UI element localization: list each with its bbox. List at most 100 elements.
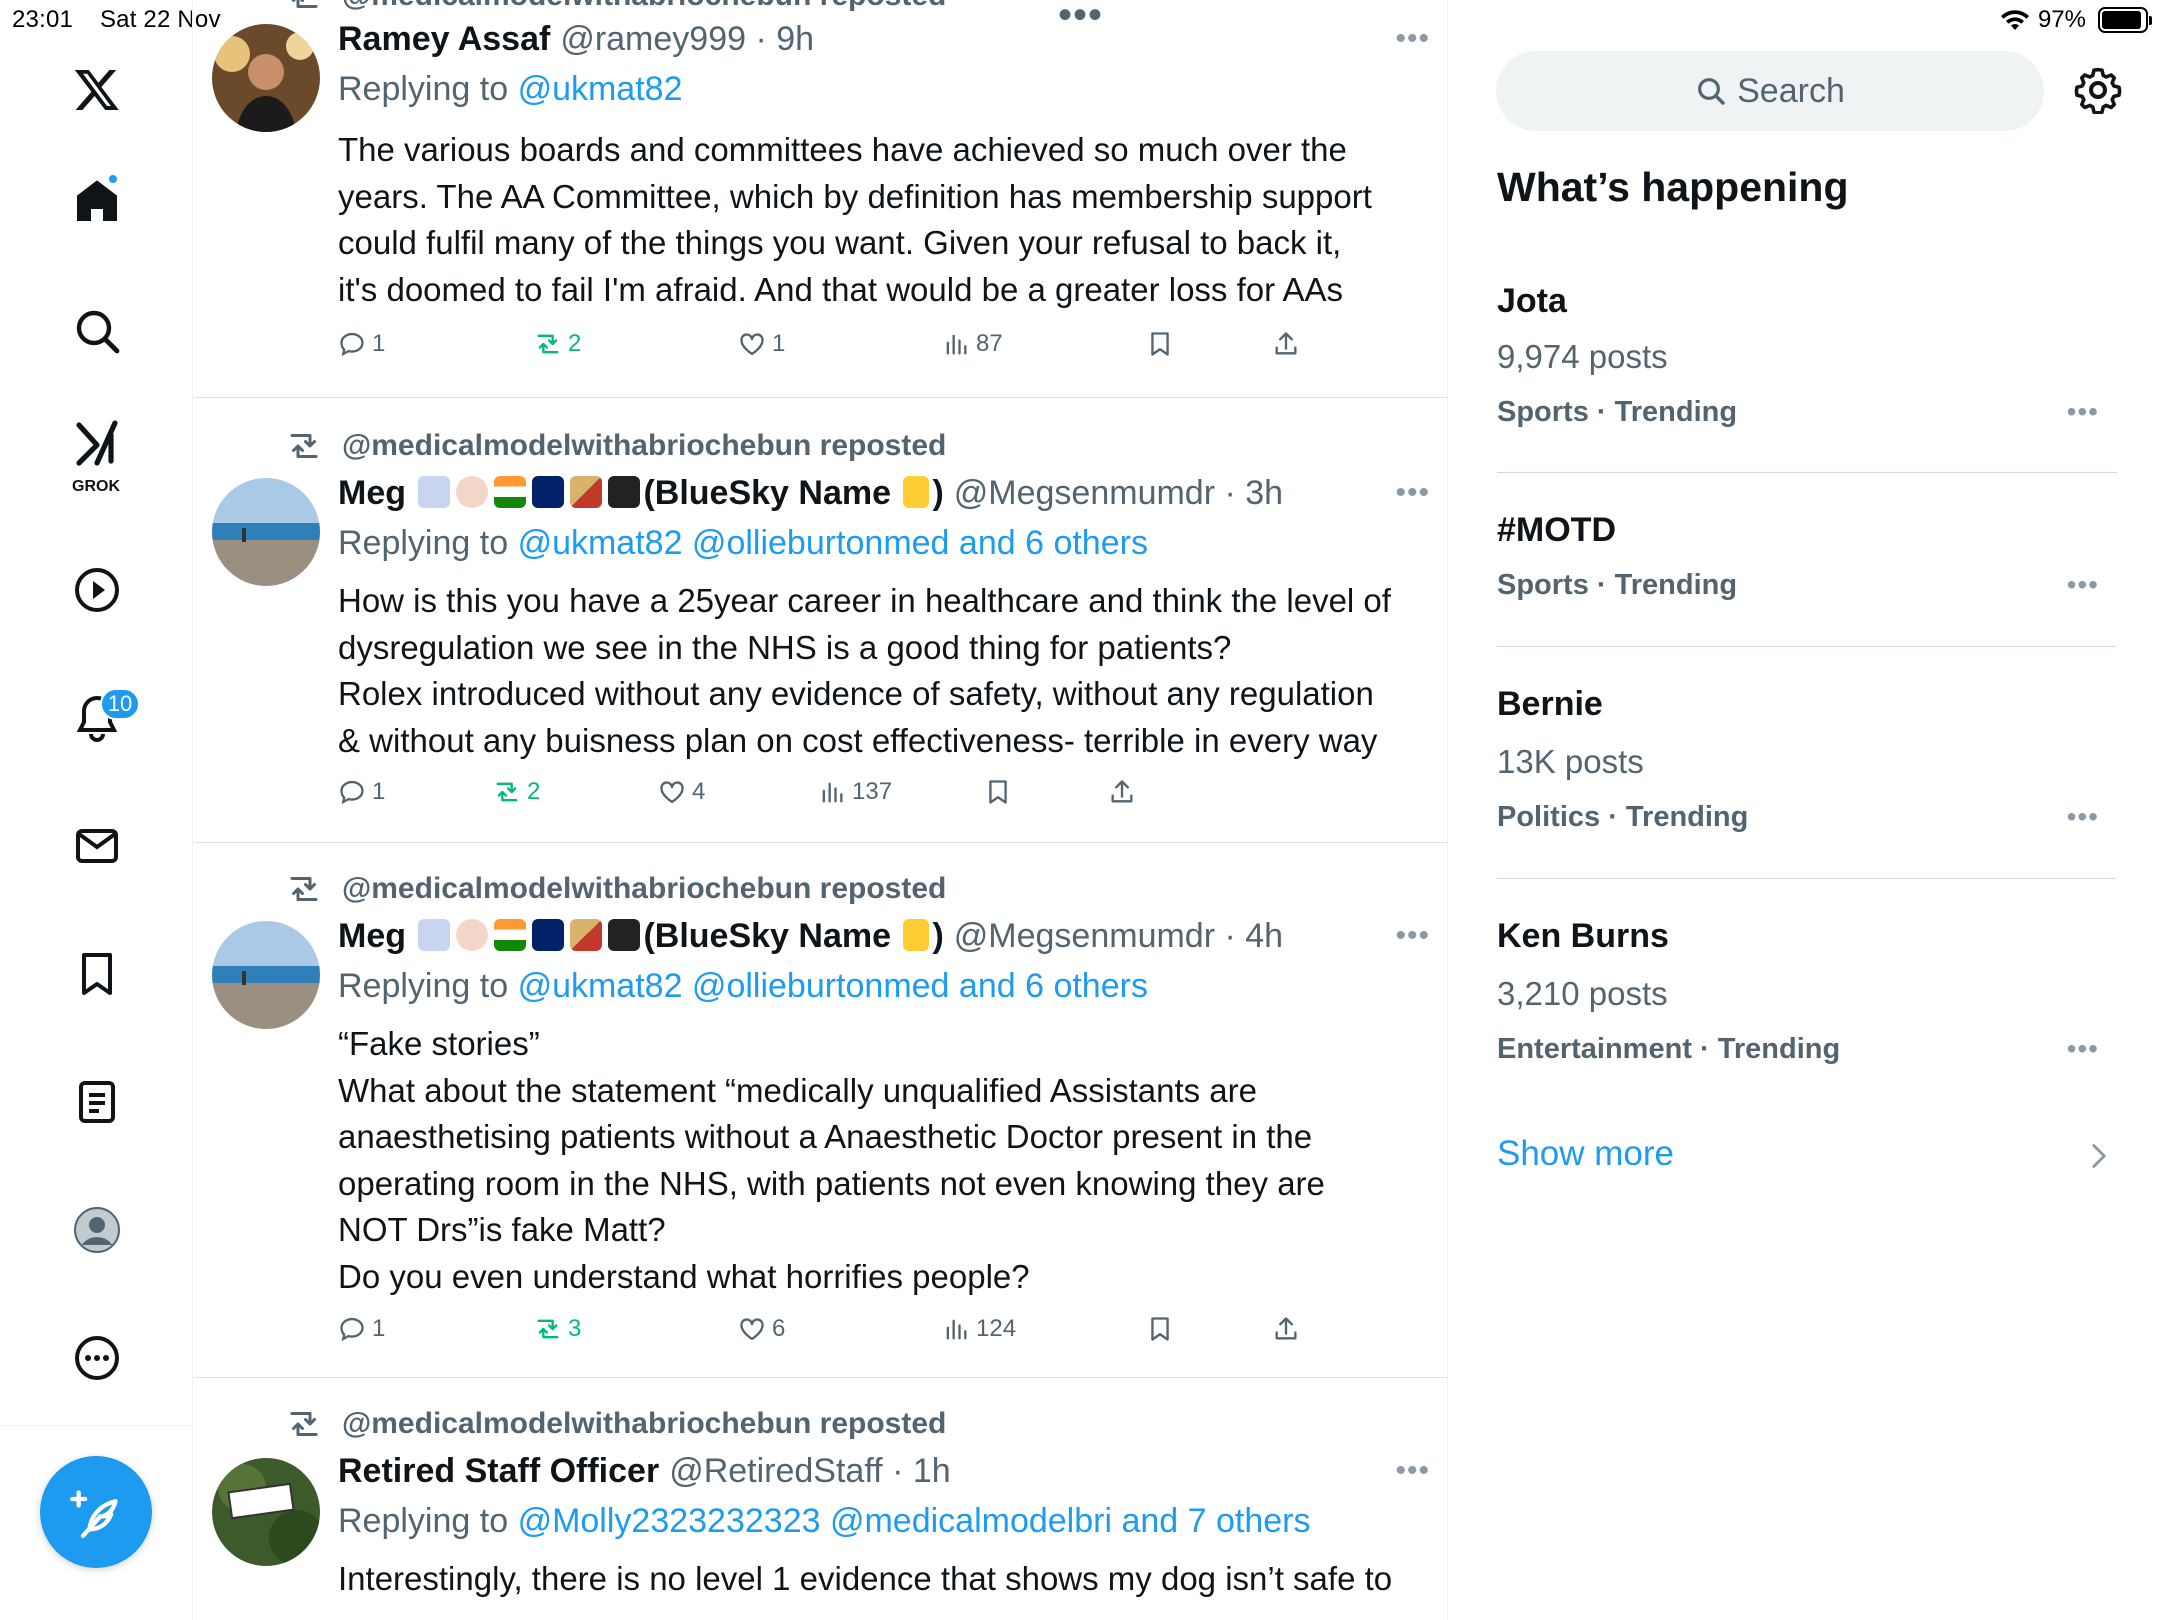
author-name[interactable]: Meg (BlueSky Name ) bbox=[338, 474, 944, 513]
author-handle[interactable]: @ramey999 · 9h bbox=[560, 20, 814, 59]
tweet-more-icon[interactable]: ••• bbox=[1395, 1454, 1430, 1488]
profile-icon[interactable] bbox=[0, 1185, 193, 1275]
author-handle[interactable]: @Megsenmumdr · 4h bbox=[954, 917, 1283, 956]
author-name-prefix: Meg bbox=[338, 917, 406, 955]
trend-item[interactable]: Ken Burns 3,210 posts Entertainment · Tr… bbox=[1497, 879, 2117, 1111]
tweet-text-line: could fulfil many of the things you want… bbox=[338, 224, 1342, 261]
tweet-text-line: NOT Drs”is fake Matt? bbox=[338, 1211, 666, 1248]
bookmark-icon[interactable] bbox=[0, 929, 193, 1019]
reply-icon bbox=[340, 1317, 364, 1342]
reply-mentions[interactable]: @Molly2323232323 @medicalmodelbri and 7 … bbox=[518, 1502, 1311, 1540]
bell-icon[interactable] bbox=[0, 673, 193, 763]
repost-count: 2 bbox=[568, 330, 582, 357]
more-icon[interactable] bbox=[0, 1313, 193, 1403]
tweet-card[interactable]: @medicalmodelwithabriochebun reposted Re… bbox=[194, 1378, 1447, 1620]
reply-mentions[interactable]: @ukmat82 bbox=[518, 70, 683, 108]
bookmark-button[interactable] bbox=[984, 778, 1018, 806]
tweet-text-line: Do you even understand what horrifies pe… bbox=[338, 1257, 1030, 1295]
like-button[interactable]: 1 bbox=[738, 330, 785, 358]
search-input[interactable]: Search bbox=[1496, 51, 2044, 131]
tweet-text: Interestingly, there is no level 1 evide… bbox=[338, 1556, 1428, 1603]
reply-icon bbox=[340, 332, 364, 357]
like-count: 6 bbox=[772, 1315, 786, 1342]
reply-icon bbox=[340, 780, 364, 805]
avatar[interactable] bbox=[212, 478, 320, 586]
trend-category: Entertainment · Trending bbox=[1497, 1033, 1841, 1065]
author-name[interactable]: Retired Staff Officer bbox=[338, 1452, 659, 1491]
share-button[interactable] bbox=[1272, 1315, 1306, 1343]
author-handle[interactable]: @RetiredStaff · 1h bbox=[669, 1452, 950, 1491]
trend-item[interactable]: Bernie 13K posts Politics · Trending ••• bbox=[1497, 647, 2117, 879]
grok-icon[interactable] bbox=[0, 408, 193, 478]
tweet-more-icon[interactable]: ••• bbox=[1395, 22, 1430, 56]
like-button[interactable]: 4 bbox=[658, 778, 705, 806]
tweet-card[interactable]: @medicalmodelwithabriochebun reposted Me… bbox=[194, 398, 1447, 843]
replying-prefix: Replying to bbox=[338, 524, 509, 562]
pointing-down-emoji-icon bbox=[903, 919, 930, 951]
bookmark-button[interactable] bbox=[1146, 330, 1180, 358]
nav-divider bbox=[0, 1425, 193, 1426]
bookmark-icon bbox=[1151, 1317, 1169, 1341]
compose-button[interactable] bbox=[40, 1456, 152, 1568]
like-button[interactable]: 6 bbox=[738, 1315, 785, 1343]
trend-posts: 3,210 posts bbox=[1497, 975, 1668, 1012]
share-button[interactable] bbox=[1108, 778, 1142, 806]
reply-count: 1 bbox=[372, 778, 386, 805]
tweet-more-icon[interactable]: ••• bbox=[1395, 476, 1430, 510]
bookmark-button[interactable] bbox=[1146, 1315, 1180, 1343]
trend-item[interactable]: Jota 9,974 posts Sports · Trending ••• bbox=[1497, 270, 2117, 473]
reply-button[interactable]: 1 bbox=[338, 330, 385, 358]
repost-icon bbox=[290, 1412, 318, 1436]
list-icon[interactable] bbox=[0, 1057, 193, 1147]
trend-more-icon[interactable]: ••• bbox=[2067, 569, 2099, 601]
trend-more-icon[interactable]: ••• bbox=[2067, 801, 2099, 833]
author-name[interactable]: Ramey Assaf bbox=[338, 20, 550, 59]
avatar[interactable] bbox=[212, 1458, 320, 1566]
repost-button[interactable]: 3 bbox=[534, 1315, 581, 1343]
trend-item[interactable]: #MOTD Sports · Trending ••• bbox=[1497, 473, 2117, 647]
left-navigation: GROK 10 bbox=[0, 0, 193, 1620]
views-button[interactable]: 124 bbox=[942, 1315, 1016, 1343]
trend-more-icon[interactable]: ••• bbox=[2067, 396, 2099, 428]
share-icon bbox=[1111, 780, 1133, 803]
view-count: 87 bbox=[976, 330, 1003, 357]
right-sidebar: Search What’s happening Jota 9,974 posts… bbox=[1449, 0, 2160, 1620]
repost-button[interactable]: 2 bbox=[534, 330, 581, 358]
tweet-card[interactable]: @medicalmodelwithabriochebun reposted Me… bbox=[194, 843, 1447, 1378]
share-button[interactable] bbox=[1272, 330, 1306, 358]
elevator-emoji-icon bbox=[418, 919, 451, 951]
reply-button[interactable]: 1 bbox=[338, 778, 385, 806]
views-button[interactable]: 137 bbox=[818, 778, 892, 806]
chevron-right-icon[interactable] bbox=[2089, 1142, 2109, 1170]
replying-prefix: Replying to bbox=[338, 967, 509, 1005]
tweet-text: “Fake stories” What about the statement … bbox=[338, 1021, 1428, 1300]
reply-button[interactable]: 1 bbox=[338, 1315, 385, 1343]
tweet-text-line: it's doomed to fail I'm afraid. And that… bbox=[338, 270, 1343, 308]
x-logo-icon[interactable] bbox=[0, 44, 193, 134]
mail-icon[interactable] bbox=[0, 801, 193, 891]
author-handle[interactable]: @Megsenmumdr · 3h bbox=[954, 474, 1283, 513]
avatar[interactable] bbox=[212, 921, 320, 1029]
tweet-actions: 1 3 6 124 bbox=[338, 1315, 1428, 1355]
repost-button[interactable]: 2 bbox=[493, 778, 540, 806]
tweet-text-line: What about the statement “medically unqu… bbox=[338, 1071, 1257, 1109]
whats-happening-title: What’s happening bbox=[1497, 164, 1849, 210]
search-icon[interactable] bbox=[0, 286, 193, 376]
author-name[interactable]: Meg (BlueSky Name ) bbox=[338, 917, 944, 956]
tweet-text-line: How is this you have a 25year career in … bbox=[338, 582, 1391, 619]
settings-button[interactable] bbox=[2074, 66, 2122, 114]
tweet-more-icon[interactable]: ••• bbox=[1395, 919, 1430, 953]
woman-doctor-emoji-icon bbox=[456, 476, 489, 508]
reply-mentions[interactable]: @ukmat82 @ollieburtonmed and 6 others bbox=[518, 524, 1148, 562]
show-more-link[interactable]: Show more bbox=[1497, 1134, 1674, 1174]
reply-mentions[interactable]: @ukmat82 @ollieburtonmed and 6 others bbox=[518, 967, 1148, 1005]
video-icon[interactable] bbox=[0, 545, 193, 635]
tweet-card[interactable]: Ramey Assaf @ramey999 · 9h ••• Replying … bbox=[194, 0, 1447, 398]
trend-more-icon[interactable]: ••• bbox=[2067, 1033, 2099, 1065]
avatar[interactable] bbox=[212, 24, 320, 132]
repost-line: @medicalmodelwithabriochebun reposted bbox=[286, 1406, 946, 1442]
views-icon bbox=[946, 334, 967, 355]
views-button[interactable]: 87 bbox=[942, 330, 1003, 358]
tweet-header: Meg (BlueSky Name ) @Megsenmumdr · 3h bbox=[338, 474, 1283, 513]
home-icon[interactable] bbox=[0, 156, 193, 246]
